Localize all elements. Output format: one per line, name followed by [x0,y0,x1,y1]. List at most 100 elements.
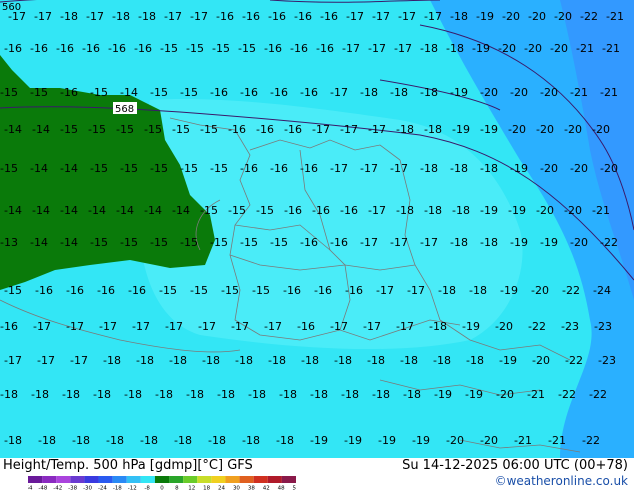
temperature-label: -18 [169,354,187,367]
temperature-label: -18 [334,354,352,367]
temperature-label: -18 [450,236,468,249]
temperature-label: -16 [270,162,288,175]
temperature-label: -18 [420,162,438,175]
temperature-label: -19 [412,434,430,447]
temperature-label: -18 [217,388,235,401]
temperature-label: -20 [528,10,546,23]
temperature-label: -15 [0,86,18,99]
temperature-label: -13 [0,236,18,249]
scale-tick-label: -54 [28,486,33,490]
temperature-label: -16 [268,10,286,23]
temperature-label: -18 [452,204,470,217]
temperature-label: -22 [580,10,598,23]
temperature-label: -15 [150,236,168,249]
color-scale: -54 -48 -42 -38 -30 -24 -18 -12 -8 0 8 12 18 24 30 38 42… [28,476,296,490]
temperature-label: -22 [558,388,576,401]
temperature-label: -22 [528,320,546,333]
temperature-label: -20 [592,123,610,136]
temperature-label: -17 [4,354,22,367]
temperature-label: -17 [8,10,26,23]
temperature-label: -16 [330,236,348,249]
temperature-label: -18 [93,388,111,401]
temperature-label: -18 [367,354,385,367]
scale-tick-label: 54 [293,486,297,490]
temperature-label: -17 [407,284,425,297]
temperature-label: -15 [180,236,198,249]
temperature-label: -16 [290,42,308,55]
scale-swatch [211,476,226,483]
temperature-label: -18 [396,204,414,217]
temperature-label: -17 [398,10,416,23]
temperature-label: -18 [480,162,498,175]
temperature-label: -15 [30,86,48,99]
temperature-label: -18 [60,10,78,23]
temperature-label: -22 [565,354,583,367]
scale-tick-label: -24 [98,486,107,490]
temperature-label: -17 [376,284,394,297]
temperature-label: -16 [240,162,258,175]
temperature-label: -15 [252,284,270,297]
temperature-label: -18 [420,42,438,55]
temperature-label: -20 [510,86,528,99]
scale-tick-label: -12 [128,486,137,490]
temperature-label: -15 [180,162,198,175]
weather-map: 560 568 -17 -17 -18 -17 -18 -18 -17 -17 -16 -16 -1… [0,0,634,458]
temperature-label: -16 [345,284,363,297]
temperature-label: -21 [576,42,594,55]
temperature-label: -18 [360,86,378,99]
temperature-label: -16 [35,284,53,297]
temperature-label: -15 [210,236,228,249]
temperature-label: -17 [70,354,88,367]
scale-tick-label: 0 [160,486,164,490]
temperature-label: -15 [150,86,168,99]
temperature-label: -17 [231,320,249,333]
valid-time: Su 14-12-2025 06:00 UTC (00+78) [402,458,628,473]
temperature-label: -21 [600,86,618,99]
temperature-label: -16 [108,42,126,55]
temperature-label: -14 [60,204,78,217]
temperature-label: -18 [310,388,328,401]
temperature-label: -18 [424,123,442,136]
temperature-label: -14 [172,204,190,217]
scale-swatch [28,476,43,483]
temperature-label: -20 [508,123,526,136]
temperature-label: -16 [300,162,318,175]
temperature-label: -18 [62,388,80,401]
temperature-label: -17 [164,10,182,23]
temperature-label: -16 [270,86,288,99]
temperature-label: -19 [472,42,490,55]
temperature-label: -20 [540,86,558,99]
credit-link[interactable]: ©weatheronline.co.uk [495,474,628,488]
temperature-label: -22 [562,284,580,297]
temperature-label: -18 [403,388,421,401]
temperature-label: -18 [438,284,456,297]
temperature-label: -18 [466,354,484,367]
temperature-label: -19 [476,10,494,23]
temperature-label: -15 [90,86,108,99]
temperature-label: -15 [60,123,78,136]
temperature-label: -17 [342,42,360,55]
scale-tick-label: 24 [218,486,225,490]
temperature-label: -14 [88,204,106,217]
scale-tick-label: -8 [144,486,150,490]
temperature-label: -20 [531,284,549,297]
temperature-label: -17 [264,320,282,333]
temperature-label: -18 [268,354,286,367]
temperature-label: -14 [120,86,138,99]
temperature-label: -17 [396,320,414,333]
temperature-label: -17 [420,236,438,249]
temperature-label: -16 [56,42,74,55]
scale-swatch [169,476,184,483]
temperature-label: -19 [540,236,558,249]
temperature-label: -20 [495,320,513,333]
temperature-label: -17 [66,320,84,333]
temperature-label: -16 [210,86,228,99]
temperature-label: -20 [502,10,520,23]
temperature-label: -23 [594,320,612,333]
scale-tick-label: 8 [175,486,179,490]
scale-tick-label: -30 [83,486,92,490]
temperature-label: -21 [548,434,566,447]
temperature-label: -16 [264,42,282,55]
scale-tick-label: 18 [203,486,210,490]
temperature-label: -18 [341,388,359,401]
